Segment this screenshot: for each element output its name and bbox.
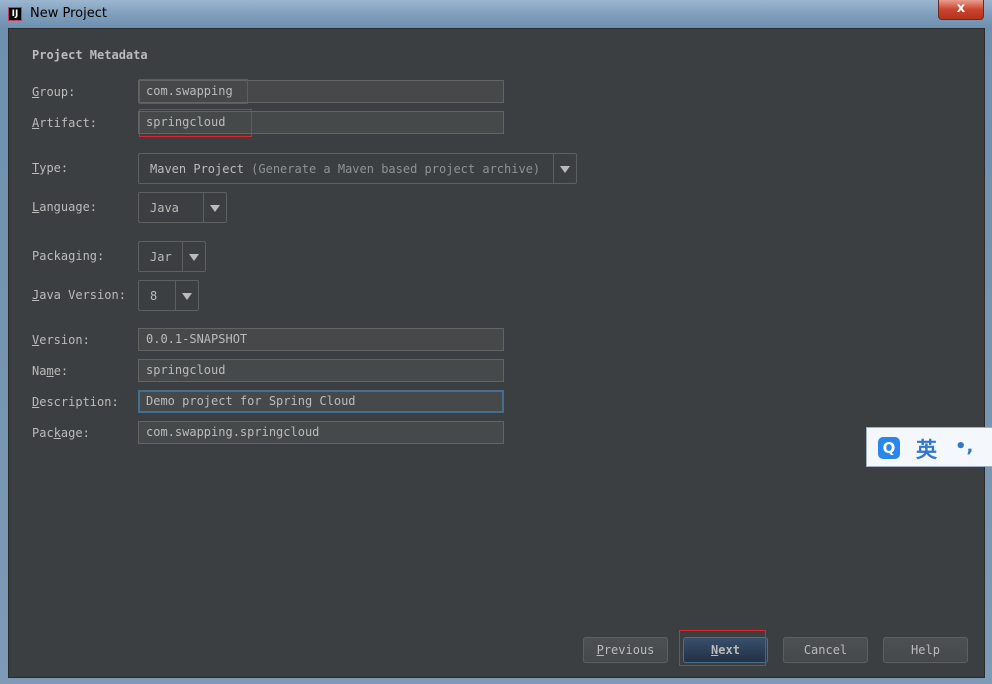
type-select-hint: (Generate a Maven based project archive) (251, 162, 541, 176)
dropdown-arrow-icon[interactable] (203, 193, 226, 222)
language-select-value: Java (150, 201, 179, 215)
help-button[interactable]: Help (883, 637, 968, 663)
name-label: Name: (32, 364, 69, 378)
type-label: Type: (32, 161, 69, 175)
java-version-select[interactable]: 8 (138, 280, 199, 311)
package-label: Package: (32, 426, 90, 440)
package-field[interactable]: com.swapping.springcloud (138, 421, 504, 444)
type-select[interactable]: Maven Project (Generate a Maven based pr… (138, 153, 577, 184)
ime-toolbar[interactable]: Q 英 •, (866, 427, 992, 467)
ime-logo-icon: Q (878, 437, 900, 459)
name-field[interactable]: springcloud (138, 359, 504, 382)
artifact-label: Artifact: (32, 116, 98, 130)
dropdown-arrow-icon[interactable] (175, 281, 198, 310)
app-logo-icon: IJ (8, 7, 22, 21)
type-select-value: Maven Project (150, 162, 244, 176)
packaging-label: Packaging: (32, 249, 105, 263)
dropdown-arrow-icon[interactable] (553, 154, 576, 183)
version-field[interactable]: 0.0.1-SNAPSHOT (138, 328, 504, 351)
close-icon[interactable]: x (938, 0, 984, 20)
ime-punctuation-toggle[interactable]: •, (955, 436, 973, 457)
previous-button[interactable]: Previous (583, 637, 668, 663)
description-label: Description: (32, 395, 119, 409)
window-title: New Project (30, 6, 107, 21)
version-label: Version: (32, 333, 90, 347)
description-field[interactable]: Demo project for Spring Cloud (138, 390, 504, 413)
packaging-select[interactable]: Jar (138, 241, 206, 272)
group-field[interactable]: com.swapping (138, 80, 504, 103)
java-version-label: Java Version: (32, 288, 126, 302)
packaging-select-value: Jar (150, 250, 172, 264)
language-label: Language: (32, 200, 98, 214)
group-label: Group: (32, 85, 76, 99)
ime-language-toggle[interactable]: 英 (916, 434, 937, 464)
cancel-button[interactable]: Cancel (783, 637, 868, 663)
java-version-select-value: 8 (150, 289, 158, 303)
language-select[interactable]: Java (138, 192, 227, 223)
section-title: Project Metadata (32, 48, 148, 62)
artifact-field[interactable]: springcloud (138, 111, 504, 134)
dropdown-arrow-icon[interactable] (182, 242, 205, 271)
title-bar[interactable]: IJ New Project x (0, 0, 992, 28)
next-button[interactable]: Next (683, 637, 768, 663)
